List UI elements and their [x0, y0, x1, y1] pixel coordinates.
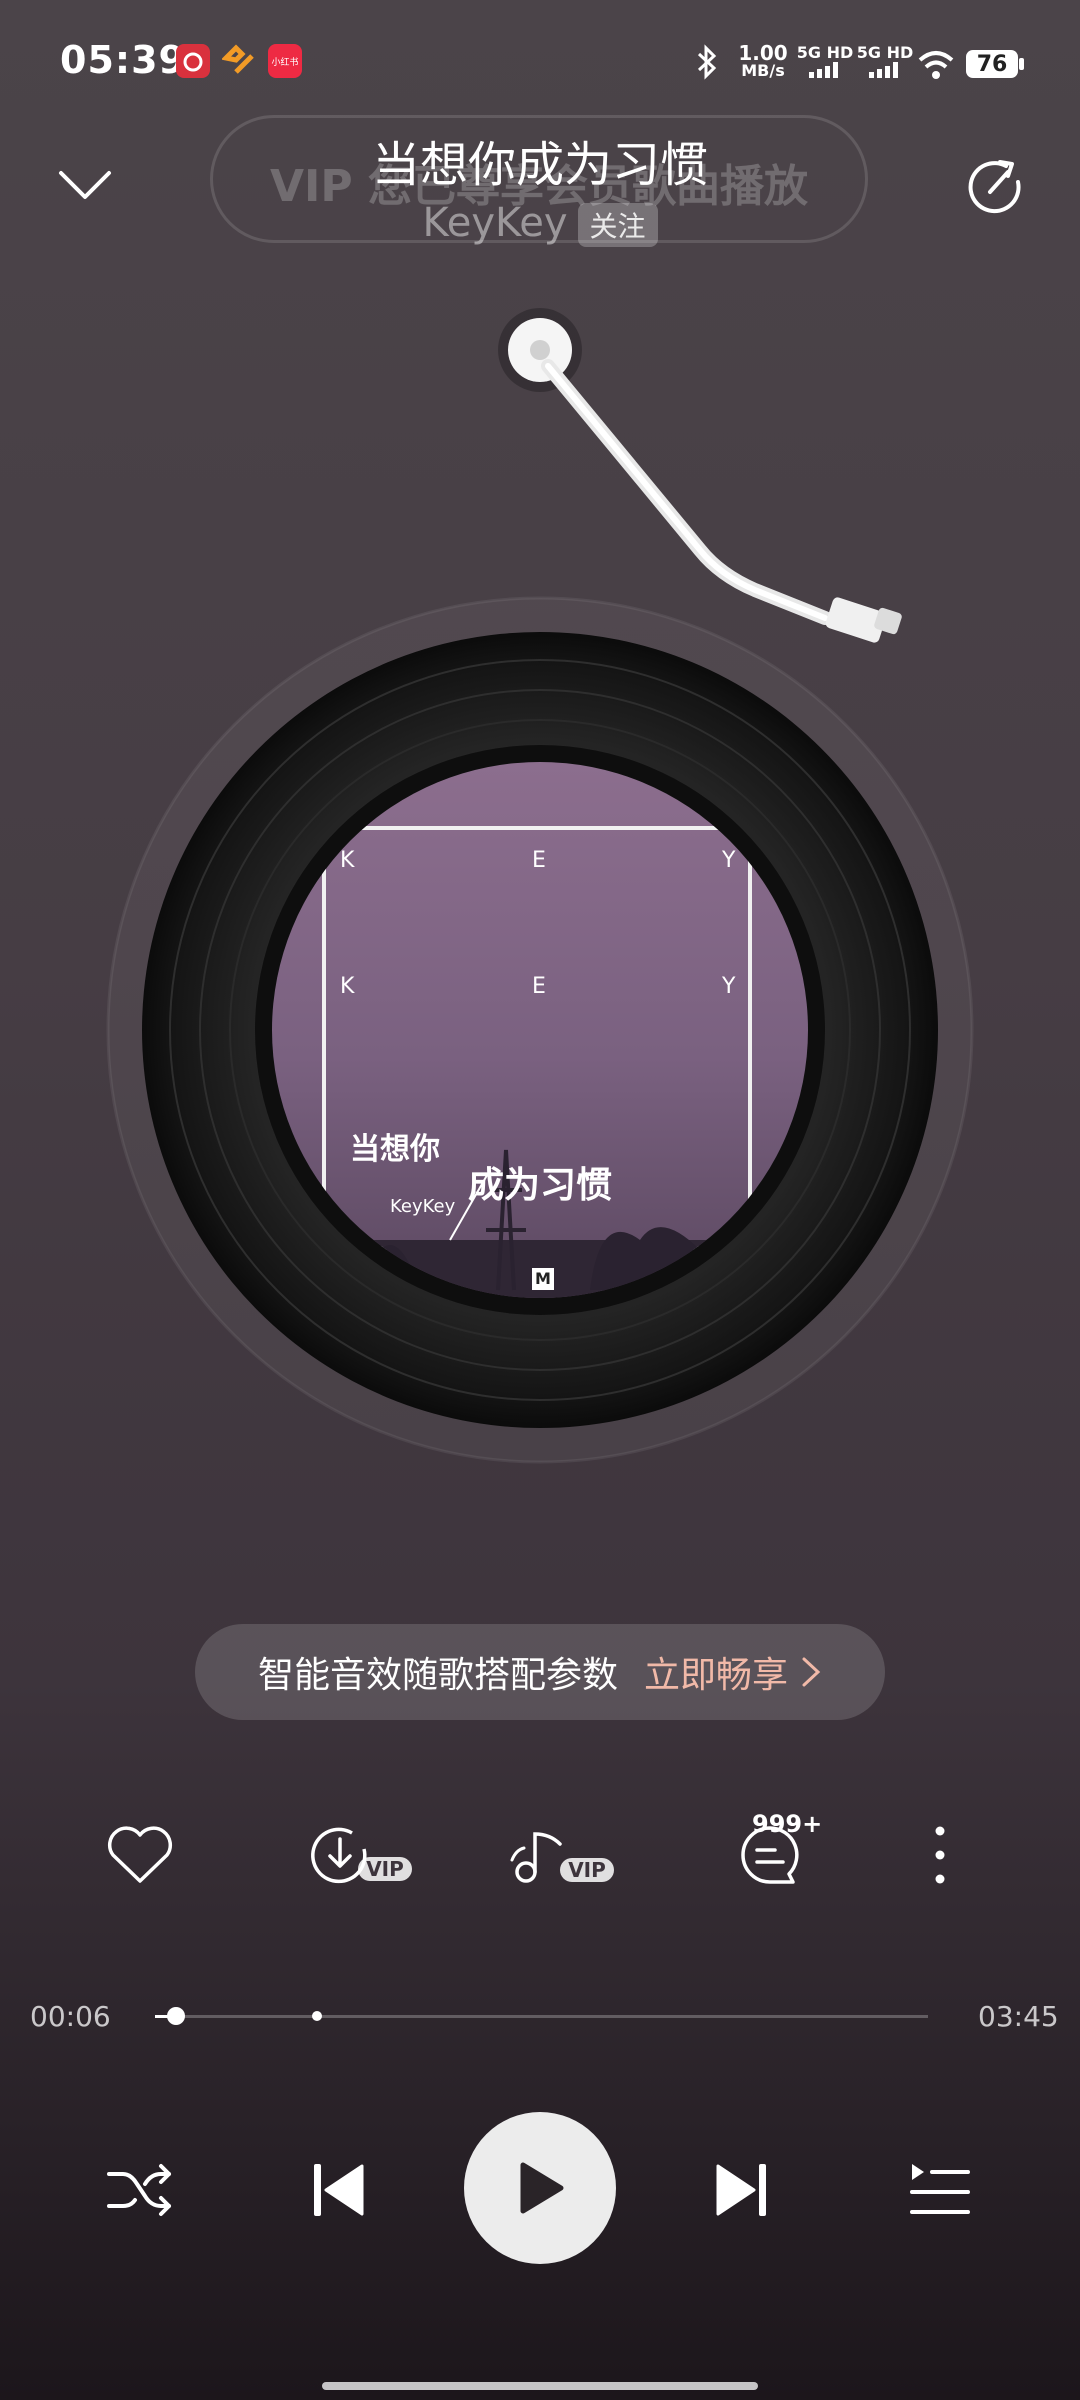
battery-indicator: 76 [966, 50, 1018, 78]
net-speed-unit: MB/s [741, 61, 785, 80]
playlist-button[interactable] [880, 2130, 1000, 2250]
skip-previous-icon [314, 2164, 364, 2216]
home-indicator[interactable] [322, 2382, 758, 2390]
download-vip-badge: VIP [358, 1857, 412, 1881]
more-vertical-icon [935, 1826, 945, 1884]
previous-button[interactable] [278, 2130, 398, 2250]
song-title: 当想你成为习惯 [371, 137, 708, 193]
comment-count: 999+ [752, 1810, 823, 1838]
wifi-icon [916, 48, 956, 84]
download-button[interactable]: VIP [295, 1810, 425, 1900]
netease-music-icon [176, 44, 210, 78]
cover-label-logo: M [532, 1268, 554, 1290]
share-icon [968, 160, 1021, 214]
battery-tip [1019, 58, 1024, 70]
sound-effect-button[interactable]: VIP [495, 1810, 625, 1900]
cover-artist: KeyKey [390, 1196, 456, 1217]
cover-letter: E [532, 974, 546, 999]
cover-letter: K [340, 848, 355, 873]
cover-letter: Y [722, 848, 736, 873]
promo-text: 智能音效随歌搭配参数 [257, 1655, 618, 1696]
sim2-label: 5G HD [856, 43, 914, 62]
battery-level: 76 [976, 51, 1008, 77]
sim1-label: 5G HD [796, 43, 854, 62]
app-orange-icon [220, 44, 256, 78]
promo-cta[interactable]: 立即畅享 [644, 1646, 788, 1698]
cover-letter: K [340, 974, 355, 999]
sim2-signal: 5G HD [856, 44, 914, 82]
playlist-icon [910, 2164, 970, 2214]
buffer-marker [312, 2011, 323, 2021]
total-time: 03:45 [978, 2000, 1059, 2033]
artist-row: KeyKey 关注 [0, 200, 1080, 247]
more-button[interactable] [900, 1810, 980, 1900]
bluetooth-icon [694, 44, 720, 84]
sim1-signal: 5G HD [796, 44, 854, 82]
progress-track[interactable] [155, 2015, 928, 2018]
cover-letter: Y [722, 974, 736, 999]
heart-icon [107, 1826, 173, 1883]
shuffle-button[interactable] [80, 2130, 200, 2250]
artist-name[interactable]: KeyKey [422, 200, 567, 246]
comment-button[interactable]: 999+ [700, 1810, 840, 1900]
sound-effect-promo[interactable]: 智能音效随歌搭配参数 立即畅享 [195, 1624, 885, 1720]
follow-button[interactable]: 关注 [577, 203, 658, 247]
tonearm [498, 308, 902, 643]
status-time: 05:39 [60, 38, 186, 82]
play-button[interactable] [464, 2112, 616, 2264]
vinyl-record [106, 596, 974, 1464]
chevron-right-icon [802, 1657, 821, 1687]
like-button[interactable] [80, 1810, 200, 1900]
xiaohongshu-icon: 小红书 [268, 44, 302, 78]
xiaohongshu-icon-label: 小红书 [271, 57, 299, 68]
album-cover [272, 762, 808, 1298]
cover-title-part2: 成为习惯 [468, 1165, 613, 1206]
net-speed-value: 1.00 [738, 41, 788, 65]
shuffle-icon [107, 2164, 171, 2216]
share-button[interactable] [962, 152, 1032, 222]
cover-letter: E [532, 848, 546, 873]
net-speed: 1.00 MB/s [734, 41, 792, 80]
progress-thumb[interactable] [166, 2007, 185, 2025]
cover-title-part1: 当想你 [350, 1132, 440, 1167]
play-icon [520, 2162, 564, 2214]
effect-vip-badge: VIP [560, 1858, 614, 1882]
next-button[interactable] [682, 2130, 802, 2250]
skip-next-icon [716, 2164, 766, 2216]
current-time: 00:06 [30, 2000, 111, 2033]
